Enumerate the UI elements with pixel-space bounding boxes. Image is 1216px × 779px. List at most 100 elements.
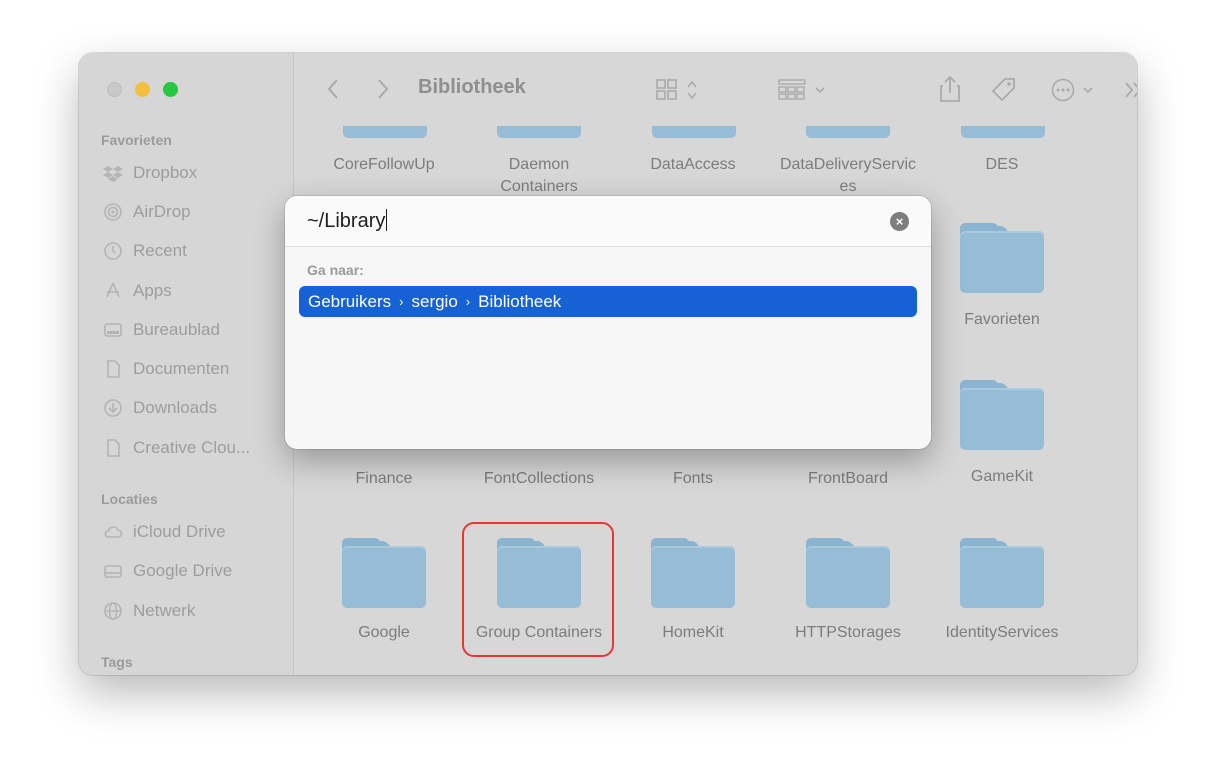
desktop-icon (103, 320, 123, 340)
folder-label: DataAccess (650, 156, 736, 173)
folder-label: Fonts (672, 470, 713, 487)
folder-label: CoreFollowUp (333, 156, 435, 173)
sidebar-item-label: Creative Clou... (133, 438, 251, 457)
folder-label: DES (985, 156, 1019, 173)
sidebar-item-label: iCloud Drive (133, 522, 226, 541)
folder-item[interactable]: FontCollections (464, 468, 614, 490)
sidebar-item-label: Documenten (133, 359, 230, 378)
folder-item[interactable]: CoreFollowUp (309, 154, 459, 176)
sidebar: Favorieten Dropbox AirDrop Recent Apps B… (79, 53, 294, 675)
folder-label: GameKit (970, 468, 1034, 485)
folder-item[interactable]: GameKit (927, 380, 1077, 488)
chevron-right-icon: › (465, 294, 471, 309)
folder-item[interactable]: DataDeliveryServices (773, 154, 923, 198)
folder-icon (960, 538, 1044, 608)
sidebar-item-label: Apps (133, 281, 172, 300)
sidebar-item-google-drive[interactable]: Google Drive (103, 558, 232, 584)
folder-icon (960, 223, 1044, 293)
tag-button[interactable] (990, 76, 1018, 104)
folder-icon (652, 126, 736, 138)
folder-label: Favorieten (964, 311, 1040, 328)
sidebar-item-label: Recent (133, 241, 187, 260)
window-title: Bibliotheek (418, 76, 526, 98)
folder-item[interactable]: HomeKit (618, 538, 768, 644)
sidebar-item-documents[interactable]: Documenten (103, 356, 229, 382)
path-suggestion[interactable]: Gebruikers › sergio › Bibliotheek (299, 286, 917, 317)
sidebar-item-apps[interactable]: Apps (103, 278, 172, 304)
download-icon (103, 398, 123, 418)
folder-label: FontCollections (483, 470, 595, 487)
path-input-field[interactable]: ~/Library × (285, 196, 931, 247)
sidebar-item-creative-cloud[interactable]: Creative Clou... (103, 435, 250, 461)
view-mode-button[interactable] (656, 79, 706, 101)
folder-icon (343, 126, 427, 138)
folder-item[interactable]: Favorieten (927, 223, 1077, 331)
sidebar-section-favorites: Favorieten (101, 132, 172, 148)
sidebar-item-icloud-drive[interactable]: iCloud Drive (103, 519, 226, 545)
sidebar-item-airdrop[interactable]: AirDrop (103, 199, 191, 225)
folder-label: HTTPStorages (795, 624, 901, 641)
sidebar-item-desktop[interactable]: Bureaublad (103, 317, 220, 343)
folder-icon (806, 126, 890, 138)
path-segment: sergio (411, 291, 458, 311)
folder-label: Daemon Containers (500, 156, 578, 195)
zoom-window-button[interactable] (163, 82, 178, 97)
dropbox-icon (103, 163, 123, 183)
sidebar-section-locations: Locaties (101, 491, 158, 507)
goto-section-label: Ga naar: (307, 262, 364, 278)
sidebar-item-label: AirDrop (133, 202, 191, 221)
folder-label: HomeKit (662, 624, 724, 641)
sidebar-item-downloads[interactable]: Downloads (103, 395, 217, 421)
clock-icon (103, 241, 123, 261)
folder-label: Google (358, 624, 410, 641)
folder-icon (651, 538, 735, 608)
folder-item[interactable]: DataAccess (618, 154, 768, 176)
action-menu-button[interactable] (1051, 78, 1101, 102)
folder-label: DataDeliveryServices (779, 156, 917, 195)
folder-icon (342, 538, 426, 608)
folder-item[interactable]: Fonts (618, 468, 768, 490)
sidebar-item-network[interactable]: Netwerk (103, 598, 195, 624)
path-segment: Gebruikers (308, 291, 392, 311)
group-containers-highlight (462, 522, 614, 657)
folder-icon (497, 126, 581, 138)
chevron-right-icon: › (399, 294, 404, 309)
folder-item[interactable]: Daemon Containers (464, 154, 614, 198)
back-button[interactable] (326, 78, 340, 100)
sidebar-item-label: Bureaublad (133, 320, 220, 339)
sidebar-item-label: Downloads (133, 398, 218, 417)
cloud-icon (103, 522, 123, 542)
airdrop-icon (103, 202, 123, 222)
globe-icon (103, 601, 123, 621)
forward-button[interactable] (376, 78, 390, 100)
share-button[interactable] (938, 75, 962, 103)
document-icon (103, 359, 123, 379)
folder-label: FrontBoard (807, 470, 889, 487)
minimize-window-button[interactable] (135, 82, 150, 97)
sidebar-item-dropbox[interactable]: Dropbox (103, 160, 197, 186)
folder-item[interactable]: HTTPStorages (773, 538, 923, 644)
text-caret (386, 209, 388, 231)
sidebar-item-label: Netwerk (133, 601, 196, 620)
sidebar-item-recent[interactable]: Recent (103, 238, 187, 264)
folder-icon (960, 380, 1044, 450)
apps-icon (103, 281, 123, 301)
folder-item[interactable]: IdentityServices (927, 538, 1077, 644)
toolbar: Bibliotheek (294, 53, 1137, 125)
drive-icon (103, 561, 123, 581)
path-segment: Bibliotheek (478, 291, 562, 311)
close-window-button[interactable] (107, 82, 122, 97)
path-input-value: ~/Library (307, 210, 386, 232)
folder-item[interactable]: Google (309, 538, 459, 644)
folder-item[interactable]: Finance (309, 468, 459, 490)
more-toolbar-items-icon[interactable] (1124, 81, 1137, 99)
clear-input-icon[interactable]: × (890, 212, 909, 231)
sidebar-section-tags: Tags (101, 654, 133, 670)
folder-icon (806, 538, 890, 608)
folder-label: IdentityServices (945, 624, 1059, 641)
group-by-button[interactable] (778, 79, 830, 101)
folder-item[interactable]: FrontBoard (773, 468, 923, 490)
sidebar-item-label: Dropbox (133, 163, 198, 182)
folder-item[interactable]: DES (927, 154, 1077, 176)
folder-label: Finance (355, 470, 413, 487)
